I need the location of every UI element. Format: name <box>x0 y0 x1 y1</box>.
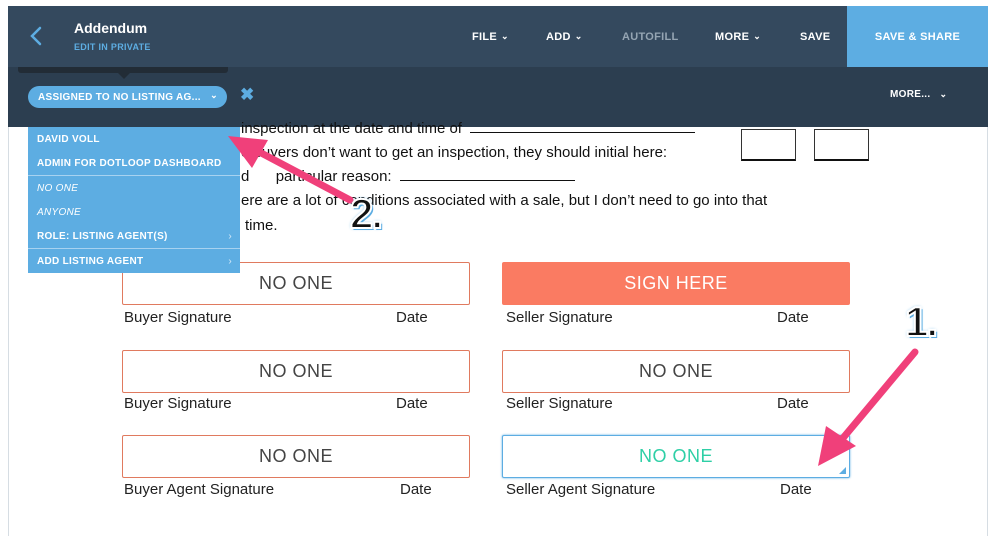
doc-line-4a-text: ere are a lot of <box>241 192 338 209</box>
chevron-down-icon: ⌄ <box>501 31 509 41</box>
close-icon[interactable]: ✖ <box>240 85 254 105</box>
more-menu[interactable]: MORE ⌄ <box>715 6 761 67</box>
save-share-button[interactable]: SAVE & SHARE <box>847 6 988 67</box>
date-label: Date <box>400 481 432 498</box>
initial-box-1[interactable] <box>741 129 796 161</box>
buyer-agent-signature-field[interactable]: NO ONE <box>122 435 470 478</box>
assigned-to-dropdown[interactable]: ASSIGNED TO NO LISTING AG... ⌄ <box>28 86 227 108</box>
doc-line-3: d particular reason: <box>241 168 575 185</box>
menu-item-david-voll[interactable]: DAVID VOLL <box>28 127 240 151</box>
assignment-bar: ASSIGNED TO NO LISTING AG... ⌄ ✖ MORE...… <box>8 67 988 127</box>
blank-line <box>399 169 575 181</box>
menu-item-role-listing-agent[interactable]: ROLE: LISTING AGENT(S) › <box>28 224 240 248</box>
date-label: Date <box>780 481 812 498</box>
more-menu-label: MORE <box>715 30 750 43</box>
doc-line-2: e buyers don’t want to get an inspection… <box>241 144 668 161</box>
date-label: Date <box>396 309 428 326</box>
menu-item-admin-dashboard[interactable]: ADMIN FOR DOTLOOP DASHBOARD <box>28 151 240 175</box>
menu-item-add-listing-agent[interactable]: ADD LISTING AGENT › <box>28 249 240 273</box>
doc-line-3b-text: particular reason: <box>275 168 392 185</box>
doc-line-3a-text: d <box>241 168 250 185</box>
chevron-down-icon: ⌄ <box>210 90 218 100</box>
doc-line-5: time. <box>245 217 278 234</box>
seller-signature-label: Seller Signature <box>506 309 613 326</box>
autofill-button[interactable]: AUTOFILL <box>622 6 679 67</box>
annotation-badge-1: 1. <box>904 297 939 346</box>
doc-line-4: ere are a lot of conditions associated w… <box>241 192 767 209</box>
doc-line-4b-text: conditions associated with a sale, but I… <box>341 192 768 209</box>
doc-line-1-text: inspection at the date and time of <box>241 120 462 137</box>
menu-item-no-one[interactable]: NO ONE <box>28 176 240 200</box>
file-menu-label: FILE <box>472 30 498 43</box>
doc-line-1: inspection at the date and time of <box>241 120 696 137</box>
seller-signature-label: Seller Signature <box>506 395 613 412</box>
seller-agent-signature-field[interactable]: NO ONE <box>502 435 850 478</box>
annotation-badge-2: 2. <box>349 189 384 238</box>
top-header: Addendum EDIT IN PRIVATE FILE ⌄ ADD ⌄ AU… <box>8 6 988 67</box>
file-menu[interactable]: FILE ⌄ <box>472 6 509 67</box>
sign-here-button[interactable]: SIGN HERE <box>502 262 850 305</box>
more-options-menu[interactable]: MORE... ⌄ <box>890 89 947 100</box>
chevron-right-icon: › <box>228 255 232 267</box>
menu-item-label: ROLE: LISTING AGENT(S) <box>37 230 168 242</box>
chevron-down-icon: ⌄ <box>939 89 948 99</box>
document-title: Addendum <box>74 20 148 36</box>
date-label: Date <box>777 395 809 412</box>
save-button[interactable]: SAVE <box>800 6 830 67</box>
add-menu[interactable]: ADD ⌄ <box>546 6 583 67</box>
chevron-left-icon <box>30 26 42 46</box>
assignee-dropdown-menu: DAVID VOLL ADMIN FOR DOTLOOP DASHBOARD N… <box>28 127 240 273</box>
assigned-to-label: ASSIGNED TO NO LISTING AG... <box>38 91 201 103</box>
add-menu-label: ADD <box>546 30 571 43</box>
menu-item-anyone[interactable]: ANYONE <box>28 200 240 224</box>
date-label: Date <box>396 395 428 412</box>
back-button[interactable] <box>26 24 46 48</box>
chevron-right-icon: › <box>228 230 232 242</box>
initial-box-2[interactable] <box>814 129 869 161</box>
seller-agent-signature-label: Seller Agent Signature <box>506 481 656 498</box>
chevron-down-icon: ⌄ <box>574 31 583 41</box>
tooltip <box>18 67 228 79</box>
chevron-down-icon: ⌄ <box>753 31 762 41</box>
seller-agent-field-text: NO ONE <box>638 446 713 466</box>
menu-item-label: ADD LISTING AGENT <box>37 255 144 267</box>
buyer-agent-signature-label: Buyer Agent Signature <box>124 481 275 498</box>
edit-in-private-link[interactable]: EDIT IN PRIVATE <box>74 42 151 52</box>
more-options-label: MORE... <box>890 89 931 100</box>
buyer-signature-label: Buyer Signature <box>124 309 232 326</box>
date-label: Date <box>777 309 809 326</box>
buyer-signature-label: Buyer Signature <box>124 395 232 412</box>
resize-handle-icon[interactable] <box>839 467 846 474</box>
buyer-signature-field[interactable]: NO ONE <box>122 350 470 393</box>
seller-signature-field[interactable]: NO ONE <box>502 350 850 393</box>
blank-line <box>470 121 696 133</box>
